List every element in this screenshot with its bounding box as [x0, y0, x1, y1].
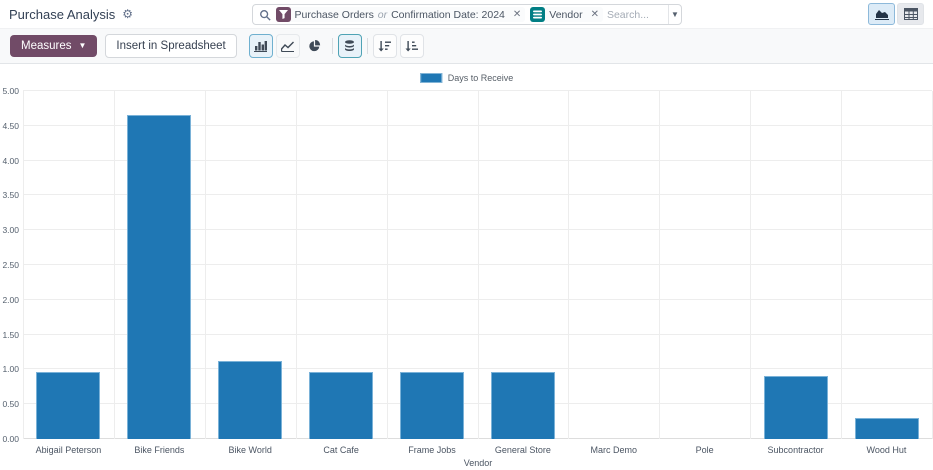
y-axis-label: 1.50	[0, 330, 19, 340]
y-axis-label: 3.00	[0, 225, 19, 235]
groupby-layers-icon	[530, 7, 545, 22]
sort-ascending-button[interactable]	[400, 34, 424, 58]
divider	[332, 38, 333, 54]
breadcrumb: Purchase Analysis ⚙	[9, 7, 133, 22]
pie-chart-icon	[308, 40, 321, 52]
plot-area	[23, 91, 932, 439]
gridline-vertical	[841, 91, 842, 439]
top-bar: Purchase Analysis ⚙ Purchase Orders or C…	[0, 0, 933, 29]
y-axis-label: 0.00	[0, 434, 19, 444]
y-axis-label: 3.50	[0, 190, 19, 200]
filter-facet: Purchase Orders or Confirmation Date: 20…	[276, 7, 526, 22]
chevron-down-icon: ▼	[79, 42, 87, 50]
measures-button[interactable]: Measures ▼	[10, 35, 97, 57]
sort-descending-button[interactable]	[373, 34, 397, 58]
view-switcher	[868, 3, 924, 25]
x-axis-label: Cat Cafe	[296, 445, 387, 455]
gear-icon[interactable]: ⚙	[122, 8, 133, 20]
legend-label: Days to Receive	[448, 73, 514, 83]
remove-filter-icon[interactable]: ✕	[509, 9, 525, 20]
remove-groupby-icon[interactable]: ✕	[587, 9, 603, 20]
gridline-vertical	[114, 91, 115, 439]
x-axis-label: Subcontractor	[750, 445, 841, 455]
gridline-vertical	[23, 91, 24, 439]
bar-chart-button[interactable]	[249, 34, 273, 58]
chevron-down-icon: ▼	[671, 11, 679, 19]
bar-cat-cafe[interactable]	[309, 372, 373, 440]
sort-desc-icon	[378, 40, 391, 52]
chart-type-buttons	[249, 34, 424, 58]
y-axis-label: 2.00	[0, 295, 19, 305]
stacked-database-icon	[343, 40, 356, 52]
bar-wood-hut[interactable]	[855, 418, 919, 439]
page-title: Purchase Analysis	[9, 7, 115, 22]
legend[interactable]: Days to Receive	[420, 73, 514, 83]
filter-facet-label: Purchase Orders or Confirmation Date: 20…	[291, 9, 509, 21]
x-axis-label: Pole	[659, 445, 750, 455]
y-axis-label: 2.50	[0, 260, 19, 270]
x-axis: Abigail PetersonBike FriendsBike WorldCa…	[23, 445, 932, 455]
gridline-vertical	[205, 91, 206, 439]
graph-view-button[interactable]	[868, 3, 895, 25]
gridline-vertical	[750, 91, 751, 439]
insert-in-spreadsheet-button[interactable]: Insert in Spreadsheet	[105, 34, 236, 58]
control-panel: Measures ▼ Insert in Spreadsheet	[0, 29, 933, 64]
bar-bike-friends[interactable]	[127, 115, 191, 439]
search-icon	[259, 9, 271, 21]
bar-abigail-peterson[interactable]	[36, 372, 100, 440]
pivot-view-button[interactable]	[897, 3, 924, 25]
chart: Days to Receive 0.00 0.50 1.00 1.50 2.00 2.50…	[0, 64, 933, 469]
sort-asc-icon	[405, 40, 418, 52]
bar-bike-world[interactable]	[218, 361, 282, 439]
y-axis-label: 4.00	[0, 156, 19, 166]
bar-frame-jobs[interactable]	[400, 372, 464, 440]
gridline-vertical	[568, 91, 569, 439]
stacked-toggle-button[interactable]	[338, 34, 362, 58]
bar-subcontractor[interactable]	[764, 376, 828, 439]
search-dropdown-toggle[interactable]: ▼	[668, 5, 680, 24]
legend-swatch	[420, 73, 442, 83]
pivot-table-icon	[904, 8, 918, 20]
x-axis-label: Wood Hut	[841, 445, 932, 455]
y-axis-label: 4.50	[0, 121, 19, 131]
measures-label: Measures	[21, 40, 72, 52]
line-chart-icon	[281, 40, 294, 52]
line-chart-button[interactable]	[276, 34, 300, 58]
y-axis-label: 1.00	[0, 364, 19, 374]
search-input[interactable]	[603, 9, 668, 21]
search-bar[interactable]: Purchase Orders or Confirmation Date: 20…	[252, 4, 682, 25]
pie-chart-button[interactable]	[303, 34, 327, 58]
x-axis-label: Marc Demo	[568, 445, 659, 455]
groupby-facet-label: Vendor	[545, 9, 586, 21]
x-axis-label: Frame Jobs	[387, 445, 478, 455]
area-chart-icon	[875, 8, 889, 20]
x-axis-label: Bike World	[205, 445, 296, 455]
y-axis-label: 5.00	[0, 86, 19, 96]
x-axis-label: General Store	[477, 445, 568, 455]
groupby-facet: Vendor ✕	[530, 7, 603, 22]
gridline-vertical	[387, 91, 388, 439]
gridline-vertical	[659, 91, 660, 439]
bar-general-store[interactable]	[491, 372, 555, 440]
gridline-vertical	[478, 91, 479, 439]
filter-funnel-icon	[276, 7, 291, 22]
divider	[367, 38, 368, 54]
bar-chart-icon	[254, 40, 267, 52]
gridline-vertical	[296, 91, 297, 439]
x-axis-label: Bike Friends	[114, 445, 205, 455]
y-axis-label: 0.50	[0, 399, 19, 409]
x-axis-label: Abigail Peterson	[23, 445, 114, 455]
x-axis-title: Vendor	[23, 458, 933, 468]
